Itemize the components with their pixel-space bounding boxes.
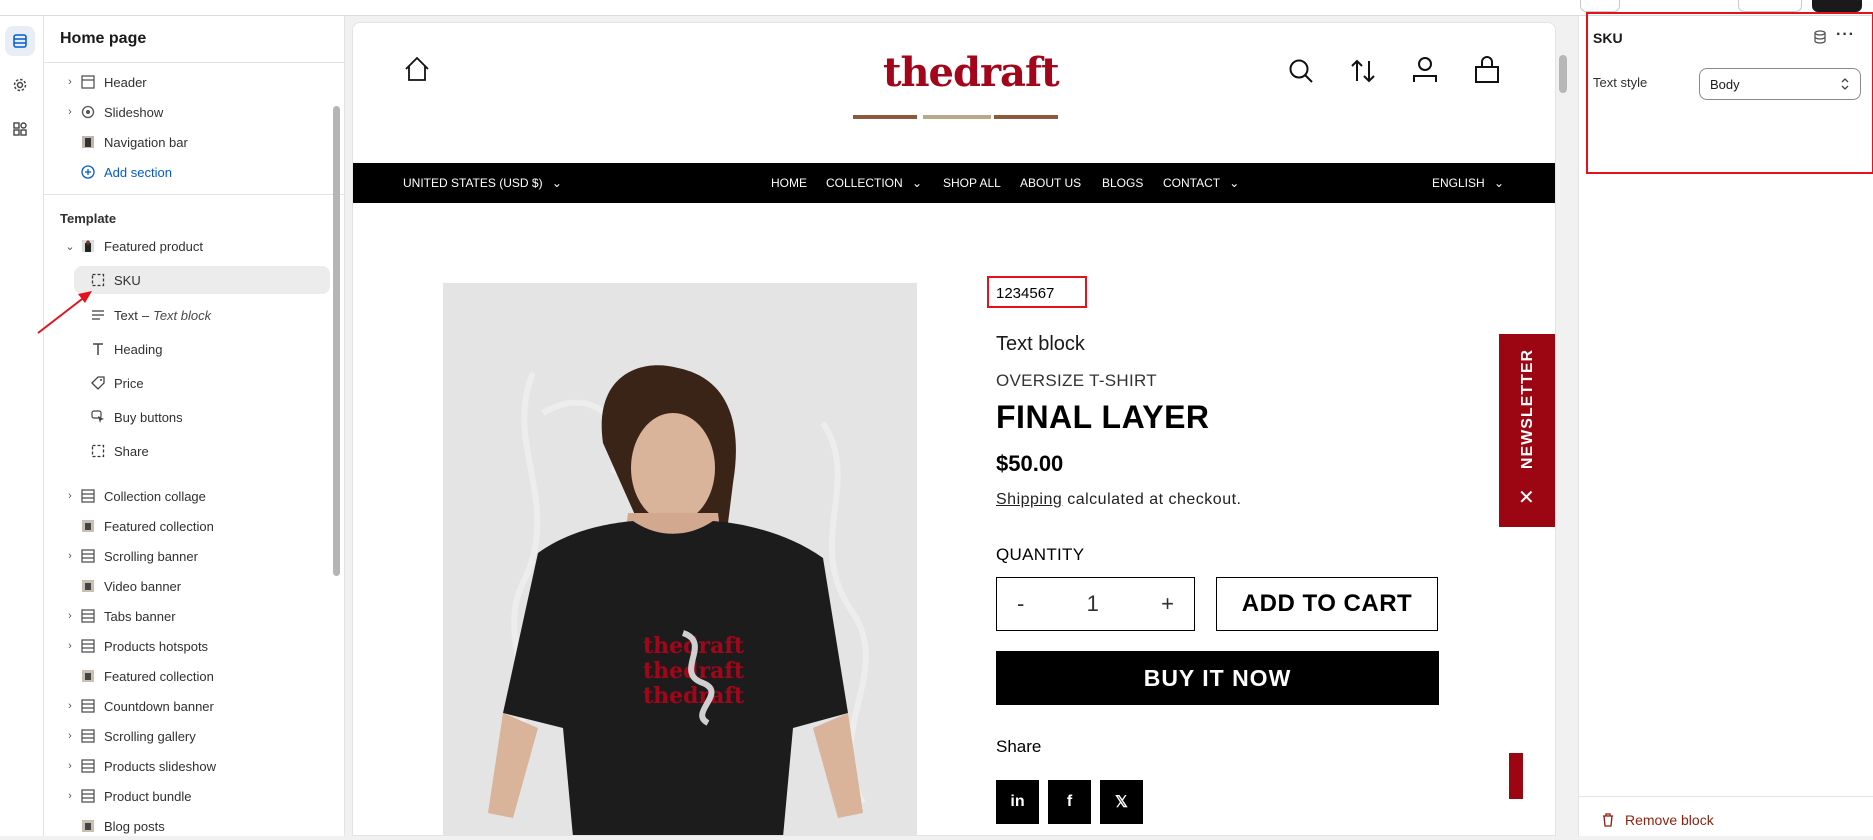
logo-decoration — [923, 115, 991, 119]
select-arrows-icon — [1841, 78, 1849, 90]
nav-link-contact[interactable]: CONTACT ⌄ — [1163, 176, 1239, 190]
shipping-link[interactable]: Shipping — [996, 491, 1062, 508]
shipping-text: calculated at checkout. — [1062, 491, 1242, 508]
shirt-print-text: thedraft — [643, 683, 745, 709]
database-icon[interactable] — [1812, 29, 1828, 50]
floating-red-tab[interactable] — [1509, 753, 1523, 799]
logo-decoration — [994, 115, 1058, 119]
logo-decoration — [853, 115, 917, 119]
quantity-plus-button[interactable]: + — [1161, 591, 1174, 617]
annotation-arrow-sidebar — [37, 295, 87, 334]
x-share-button[interactable]: 𝕏 — [1100, 780, 1143, 824]
nav-link-blogs[interactable]: BLOGS — [1102, 176, 1143, 190]
share-label: Share — [996, 737, 1042, 756]
chevron-down-icon: ⌄ — [551, 176, 562, 190]
currency-selector[interactable]: UNITED STATES (USD $) ⌄ — [403, 176, 562, 190]
more-options-icon[interactable]: ··· — [1836, 26, 1855, 44]
buy-it-now-button[interactable]: BUY IT NOW — [996, 651, 1439, 705]
text-style-label: Text style — [1593, 75, 1648, 90]
block-settings-panel: SKU ··· Text style Body Remove block — [1578, 12, 1873, 836]
sort-arrows-icon[interactable] — [1349, 57, 1377, 90]
language-selector[interactable]: ENGLISH ⌄ — [1432, 176, 1504, 190]
chevron-down-icon: ⌄ — [912, 176, 923, 190]
linkedin-share-button[interactable]: in — [996, 780, 1039, 824]
remove-block-label: Remove block — [1625, 812, 1714, 828]
facebook-share-button[interactable]: f — [1048, 780, 1091, 824]
chevron-down-icon: ⌄ — [1494, 176, 1505, 190]
home-icon[interactable] — [403, 55, 431, 88]
remove-block-button[interactable]: Remove block — [1601, 812, 1714, 828]
cart-bag-icon[interactable] — [1473, 55, 1501, 90]
quantity-label: QUANTITY — [996, 545, 1085, 564]
close-icon[interactable]: ✕ — [1518, 485, 1535, 510]
nav-link-collection[interactable]: COLLECTION ⌄ — [826, 176, 922, 190]
product-price: $50.00 — [996, 451, 1064, 476]
text-style-value: Body — [1710, 76, 1740, 92]
quantity-stepper[interactable]: - 1 + — [996, 577, 1195, 631]
storefront-preview: thedraft UNITED STATES (USD $) ⌄ HOME CO… — [352, 22, 1556, 836]
nav-link-home[interactable]: HOME — [771, 176, 807, 190]
newsletter-tab[interactable]: NEWSLETTER ✕ — [1499, 334, 1555, 527]
search-icon[interactable] — [1287, 57, 1315, 90]
product-text-block: Text block — [996, 333, 1085, 355]
chevron-down-icon: ⌄ — [1229, 176, 1240, 190]
panel-title: SKU — [1593, 30, 1623, 46]
quantity-minus-button[interactable]: - — [1017, 591, 1024, 617]
preview-scrollbar[interactable] — [1559, 55, 1567, 93]
trash-icon — [1603, 813, 1613, 827]
product-image[interactable]: thedraft thedraft thedraft — [443, 283, 917, 835]
add-to-cart-button[interactable]: ADD TO CART — [1216, 577, 1438, 631]
product-sku: 1234567 — [996, 285, 1055, 302]
panel-footer-divider — [1579, 796, 1873, 797]
store-logo[interactable]: thedraft — [883, 49, 1060, 96]
account-icon[interactable] — [1411, 55, 1439, 90]
product-subtitle: OVERSIZE T-SHIRT — [996, 371, 1157, 390]
nav-link-about-us[interactable]: ABOUT US — [1020, 176, 1081, 190]
text-style-select[interactable]: Body — [1699, 68, 1861, 100]
product-title: FINAL LAYER — [996, 399, 1210, 435]
nav-link-shop-all[interactable]: SHOP ALL — [943, 176, 1001, 190]
store-navigation-bar: UNITED STATES (USD $) ⌄ HOME COLLECTION … — [353, 163, 1555, 203]
shipping-note: Shipping calculated at checkout. — [996, 491, 1242, 509]
newsletter-label: NEWSLETTER — [1519, 348, 1537, 470]
quantity-value[interactable]: 1 — [1087, 591, 1099, 617]
